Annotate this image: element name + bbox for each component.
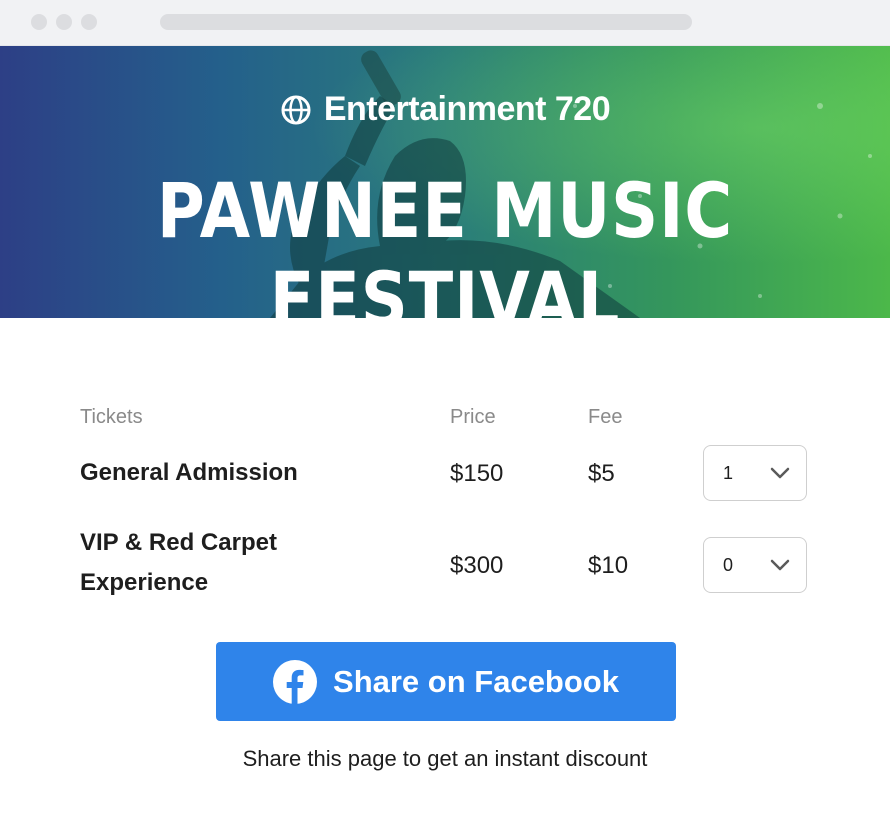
address-bar[interactable] <box>160 14 692 30</box>
quantity-select-vip[interactable]: 0 <box>703 537 807 593</box>
quantity-value: 0 <box>723 555 734 575</box>
share-discount-hint: Share this page to get an instant discou… <box>242 746 648 771</box>
event-title: PAWNEE MUSIC FESTIVAL <box>156 166 734 318</box>
brand-logo: Entertainment 720 <box>0 90 890 129</box>
chevron-down-icon <box>770 467 790 479</box>
quantity-value: 1 <box>723 463 734 483</box>
ticket-name-general: General Admission <box>80 459 298 486</box>
facebook-icon <box>273 659 318 704</box>
ticket-price: $150 <box>450 460 504 487</box>
share-on-facebook-button[interactable]: Share on Facebook <box>216 642 676 721</box>
ticket-fee: $5 <box>588 460 615 487</box>
share-button-label: Share on Facebook <box>333 663 619 699</box>
window-dot-close[interactable] <box>31 14 47 30</box>
column-header-tickets: Tickets <box>80 406 143 428</box>
ticket-fee: $10 <box>588 552 629 579</box>
browser-chrome <box>0 0 890 46</box>
quantity-select-general[interactable]: 1 <box>703 445 807 501</box>
chevron-down-icon <box>770 559 790 571</box>
ticket-price: $300 <box>450 552 504 579</box>
column-header-price: Price <box>450 406 496 428</box>
window-dot-minimize[interactable] <box>56 14 72 30</box>
brand-name: Entertainment 720 <box>323 90 611 128</box>
window-dot-maximize[interactable] <box>81 14 97 30</box>
hero-banner: Entertainment 720 PAWNEE MUSIC FESTIVAL <box>0 46 890 318</box>
ticket-name-vip: VIP & Red Carpet Experience <box>80 529 277 596</box>
column-header-fee: Fee <box>588 406 623 428</box>
globe-icon <box>281 95 311 124</box>
